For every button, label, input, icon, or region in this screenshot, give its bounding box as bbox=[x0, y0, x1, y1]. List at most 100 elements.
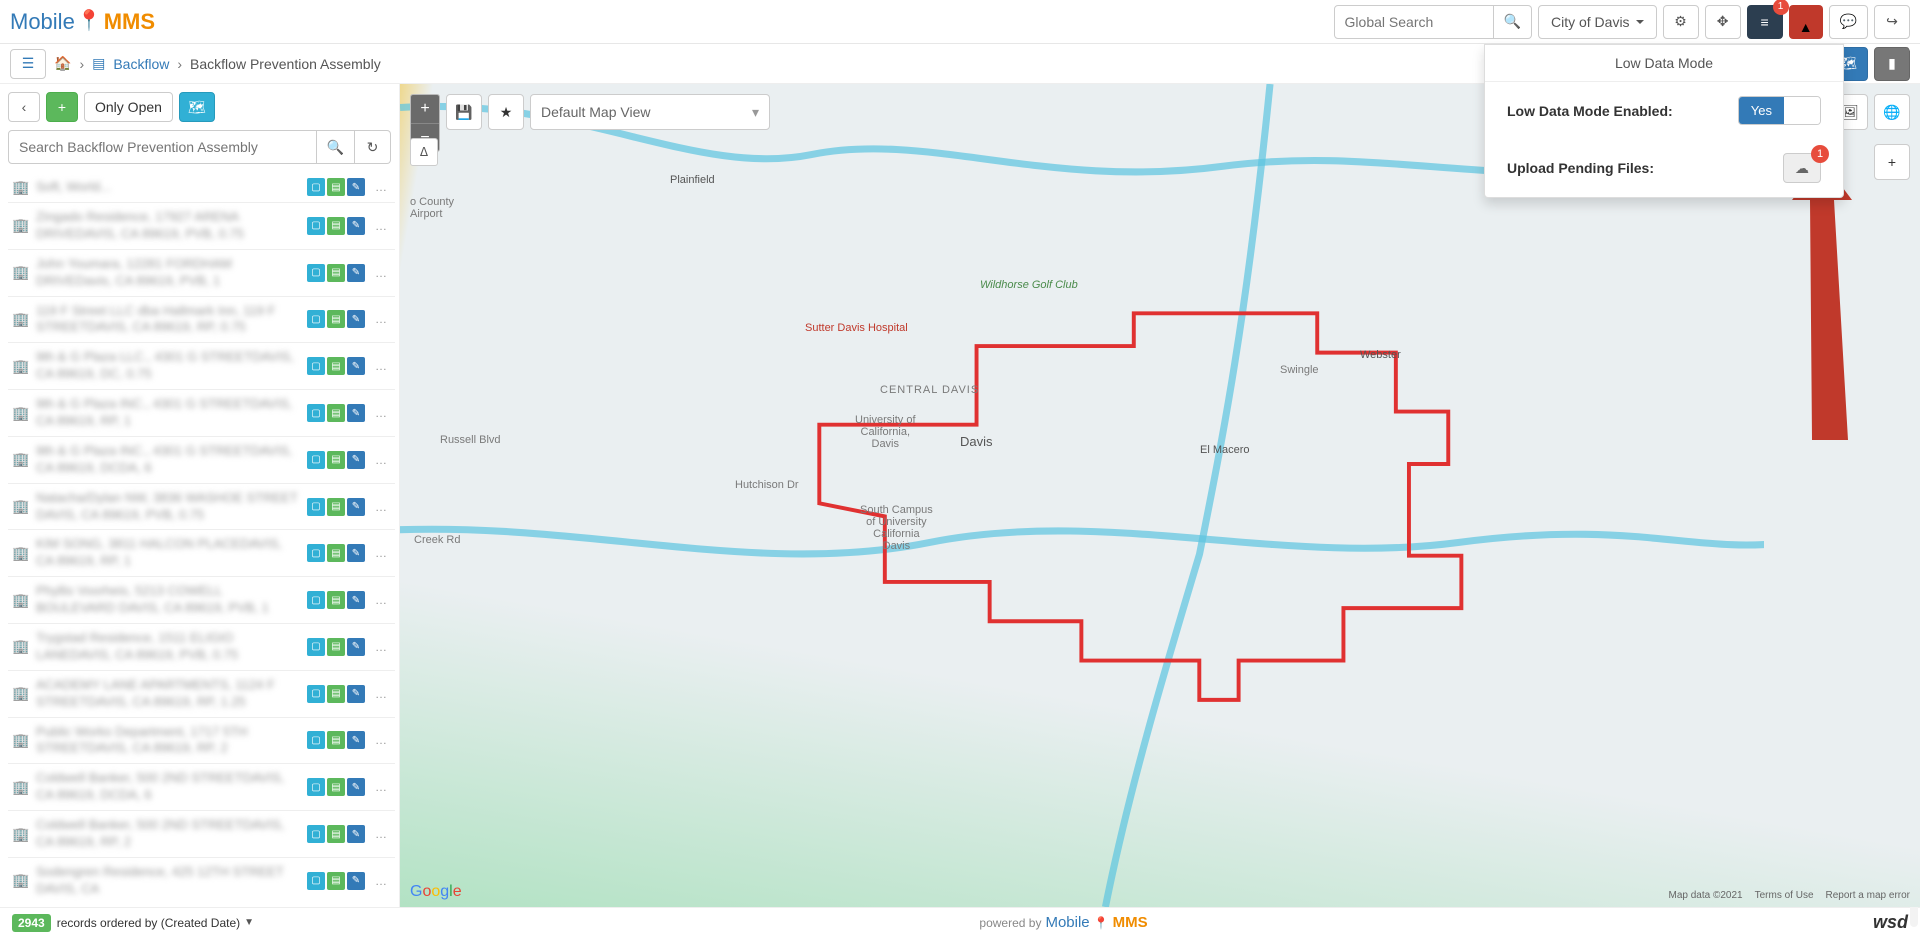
list-item[interactable]: 🏢Public Works Department, 1717 5TH STREE… bbox=[8, 717, 395, 764]
list-item[interactable]: 🏢9th & G Plaza INC., 4301 G STREETDAVIS,… bbox=[8, 389, 395, 436]
logout-button[interactable]: ↪ bbox=[1874, 5, 1910, 39]
item-map-button[interactable]: ▢ bbox=[307, 217, 325, 235]
list-item[interactable]: 🏢Soft, World...▢▤✎… bbox=[8, 172, 395, 202]
item-edit-button[interactable]: ✎ bbox=[347, 591, 365, 609]
user-avatar-button[interactable] bbox=[1789, 5, 1823, 39]
low-data-mode-button[interactable]: ≡ 1 bbox=[1747, 5, 1783, 39]
global-search-button[interactable]: 🔍 bbox=[1494, 5, 1532, 39]
compass-button[interactable]: ᐃ bbox=[410, 138, 438, 166]
item-edit-button[interactable]: ✎ bbox=[347, 178, 365, 196]
item-map-button[interactable]: ▢ bbox=[307, 357, 325, 375]
item-edit-button[interactable]: ✎ bbox=[347, 685, 365, 703]
breadcrumb-backflow-link[interactable]: Backflow bbox=[113, 56, 169, 72]
zoom-in-button[interactable]: + bbox=[411, 95, 439, 123]
item-doc-button[interactable]: ▤ bbox=[327, 591, 345, 609]
item-more-button[interactable]: … bbox=[371, 266, 391, 280]
list-item[interactable]: 🏢KIM SONG, 3811 HALCON PLACEDAVIS, CA 89… bbox=[8, 529, 395, 576]
compress-button[interactable]: ✥ bbox=[1705, 5, 1741, 39]
toggle-no[interactable] bbox=[1784, 97, 1820, 124]
item-doc-button[interactable]: ▤ bbox=[327, 357, 345, 375]
list-item[interactable]: 🏢Sodengren Residence, 425 12TH STREET DA… bbox=[8, 857, 395, 904]
item-edit-button[interactable]: ✎ bbox=[347, 357, 365, 375]
item-edit-button[interactable]: ✎ bbox=[347, 217, 365, 235]
list-item[interactable]: 🏢ACADEMY LANE APARTMENTS, 1124 F STREETD… bbox=[8, 670, 395, 717]
item-edit-button[interactable]: ✎ bbox=[347, 451, 365, 469]
item-map-button[interactable]: ▢ bbox=[307, 778, 325, 796]
item-edit-button[interactable]: ✎ bbox=[347, 544, 365, 562]
item-edit-button[interactable]: ✎ bbox=[347, 778, 365, 796]
sidebar-refresh-button[interactable]: ↻ bbox=[355, 130, 391, 164]
enabled-toggle[interactable]: Yes bbox=[1738, 96, 1821, 125]
list-item[interactable]: 🏢Zingado Residence, 17927 ARENA DRIVEDAV… bbox=[8, 202, 395, 249]
item-more-button[interactable]: … bbox=[371, 500, 391, 514]
item-edit-button[interactable]: ✎ bbox=[347, 404, 365, 422]
sidebar-map-toggle[interactable]: 🗺 bbox=[179, 92, 215, 122]
item-doc-button[interactable]: ▤ bbox=[327, 451, 345, 469]
map-add-layer-button[interactable]: + bbox=[1874, 144, 1910, 180]
list-item[interactable]: 🏢Coldwell Banker, 500 2ND STREETDAVIS, C… bbox=[8, 810, 395, 857]
list-item[interactable]: 🏢Trygstad Residence, 1511 ELIGIO LANEDAV… bbox=[8, 623, 395, 670]
item-doc-button[interactable]: ▤ bbox=[327, 264, 345, 282]
item-edit-button[interactable]: ✎ bbox=[347, 310, 365, 328]
list-toggle-button[interactable]: ☰ bbox=[10, 49, 46, 79]
item-doc-button[interactable]: ▤ bbox=[327, 544, 345, 562]
filter-button[interactable]: ▮▾ bbox=[1874, 47, 1910, 81]
city-selector-button[interactable]: City of Davis bbox=[1538, 5, 1657, 39]
list-item[interactable]: 🏢Coldwell Banker, 500 2ND STREETDAVIS, C… bbox=[8, 763, 395, 810]
item-doc-button[interactable]: ▤ bbox=[327, 404, 345, 422]
item-map-button[interactable]: ▢ bbox=[307, 264, 325, 282]
global-search-input[interactable] bbox=[1334, 5, 1494, 39]
item-map-button[interactable]: ▢ bbox=[307, 178, 325, 196]
item-map-button[interactable]: ▢ bbox=[307, 638, 325, 656]
sidebar-search-input[interactable] bbox=[8, 130, 317, 164]
item-more-button[interactable]: … bbox=[371, 180, 391, 194]
map-area[interactable]: Plainfield Wildhorse Golf Club Sutter Da… bbox=[400, 84, 1920, 907]
item-edit-button[interactable]: ✎ bbox=[347, 264, 365, 282]
item-doc-button[interactable]: ▤ bbox=[327, 638, 345, 656]
item-edit-button[interactable]: ✎ bbox=[347, 731, 365, 749]
map-basemap-button[interactable]: 🌐 bbox=[1874, 94, 1910, 130]
only-open-filter[interactable]: Only Open bbox=[84, 92, 173, 122]
item-map-button[interactable]: ▢ bbox=[307, 731, 325, 749]
item-more-button[interactable]: … bbox=[371, 406, 391, 420]
item-doc-button[interactable]: ▤ bbox=[327, 217, 345, 235]
item-edit-button[interactable]: ✎ bbox=[347, 872, 365, 890]
item-doc-button[interactable]: ▤ bbox=[327, 778, 345, 796]
item-doc-button[interactable]: ▤ bbox=[327, 178, 345, 196]
terms-link[interactable]: Terms of Use bbox=[1755, 890, 1814, 901]
item-more-button[interactable]: … bbox=[371, 733, 391, 747]
item-map-button[interactable]: ▢ bbox=[307, 404, 325, 422]
item-edit-button[interactable]: ✎ bbox=[347, 638, 365, 656]
item-doc-button[interactable]: ▤ bbox=[327, 685, 345, 703]
item-map-button[interactable]: ▢ bbox=[307, 825, 325, 843]
item-map-button[interactable]: ▢ bbox=[307, 451, 325, 469]
list-item[interactable]: 🏢9th & G Plaza LLC., 4301 G STREETDAVIS,… bbox=[8, 342, 395, 389]
item-map-button[interactable]: ▢ bbox=[307, 872, 325, 890]
item-doc-button[interactable]: ▤ bbox=[327, 731, 345, 749]
list-item[interactable]: 🏢119 F Street LLC dba Hallmark Inn, 119 … bbox=[8, 296, 395, 343]
item-more-button[interactable]: … bbox=[371, 687, 391, 701]
list-item[interactable]: 🏢Natacha/Dylan NW, 3836 WASHOE STREET DA… bbox=[8, 483, 395, 530]
list-item[interactable]: 🏢Phyllis Voorheis, 5213 COWELL BOULEVARD… bbox=[8, 576, 395, 623]
item-doc-button[interactable]: ▤ bbox=[327, 498, 345, 516]
item-doc-button[interactable]: ▤ bbox=[327, 310, 345, 328]
item-more-button[interactable]: … bbox=[371, 546, 391, 560]
item-map-button[interactable]: ▢ bbox=[307, 310, 325, 328]
back-button[interactable]: ‹ bbox=[8, 92, 40, 122]
item-more-button[interactable]: … bbox=[371, 219, 391, 233]
item-more-button[interactable]: … bbox=[371, 359, 391, 373]
item-more-button[interactable]: … bbox=[371, 640, 391, 654]
sidebar-search-button[interactable]: 🔍 bbox=[317, 130, 355, 164]
item-map-button[interactable]: ▢ bbox=[307, 591, 325, 609]
report-error-link[interactable]: Report a map error bbox=[1826, 890, 1910, 901]
toggle-yes[interactable]: Yes bbox=[1739, 97, 1784, 124]
item-edit-button[interactable]: ✎ bbox=[347, 498, 365, 516]
map-favorite-button[interactable]: ★ bbox=[488, 94, 524, 130]
list-item[interactable]: 🏢9th & G Plaza INC., 4301 G STREETDAVIS,… bbox=[8, 436, 395, 483]
item-more-button[interactable]: … bbox=[371, 827, 391, 841]
item-more-button[interactable]: … bbox=[371, 593, 391, 607]
item-map-button[interactable]: ▢ bbox=[307, 544, 325, 562]
item-map-button[interactable]: ▢ bbox=[307, 498, 325, 516]
sidebar-list[interactable]: 🏢Soft, World...▢▤✎…🏢Zingado Residence, 1… bbox=[0, 172, 399, 907]
item-edit-button[interactable]: ✎ bbox=[347, 825, 365, 843]
